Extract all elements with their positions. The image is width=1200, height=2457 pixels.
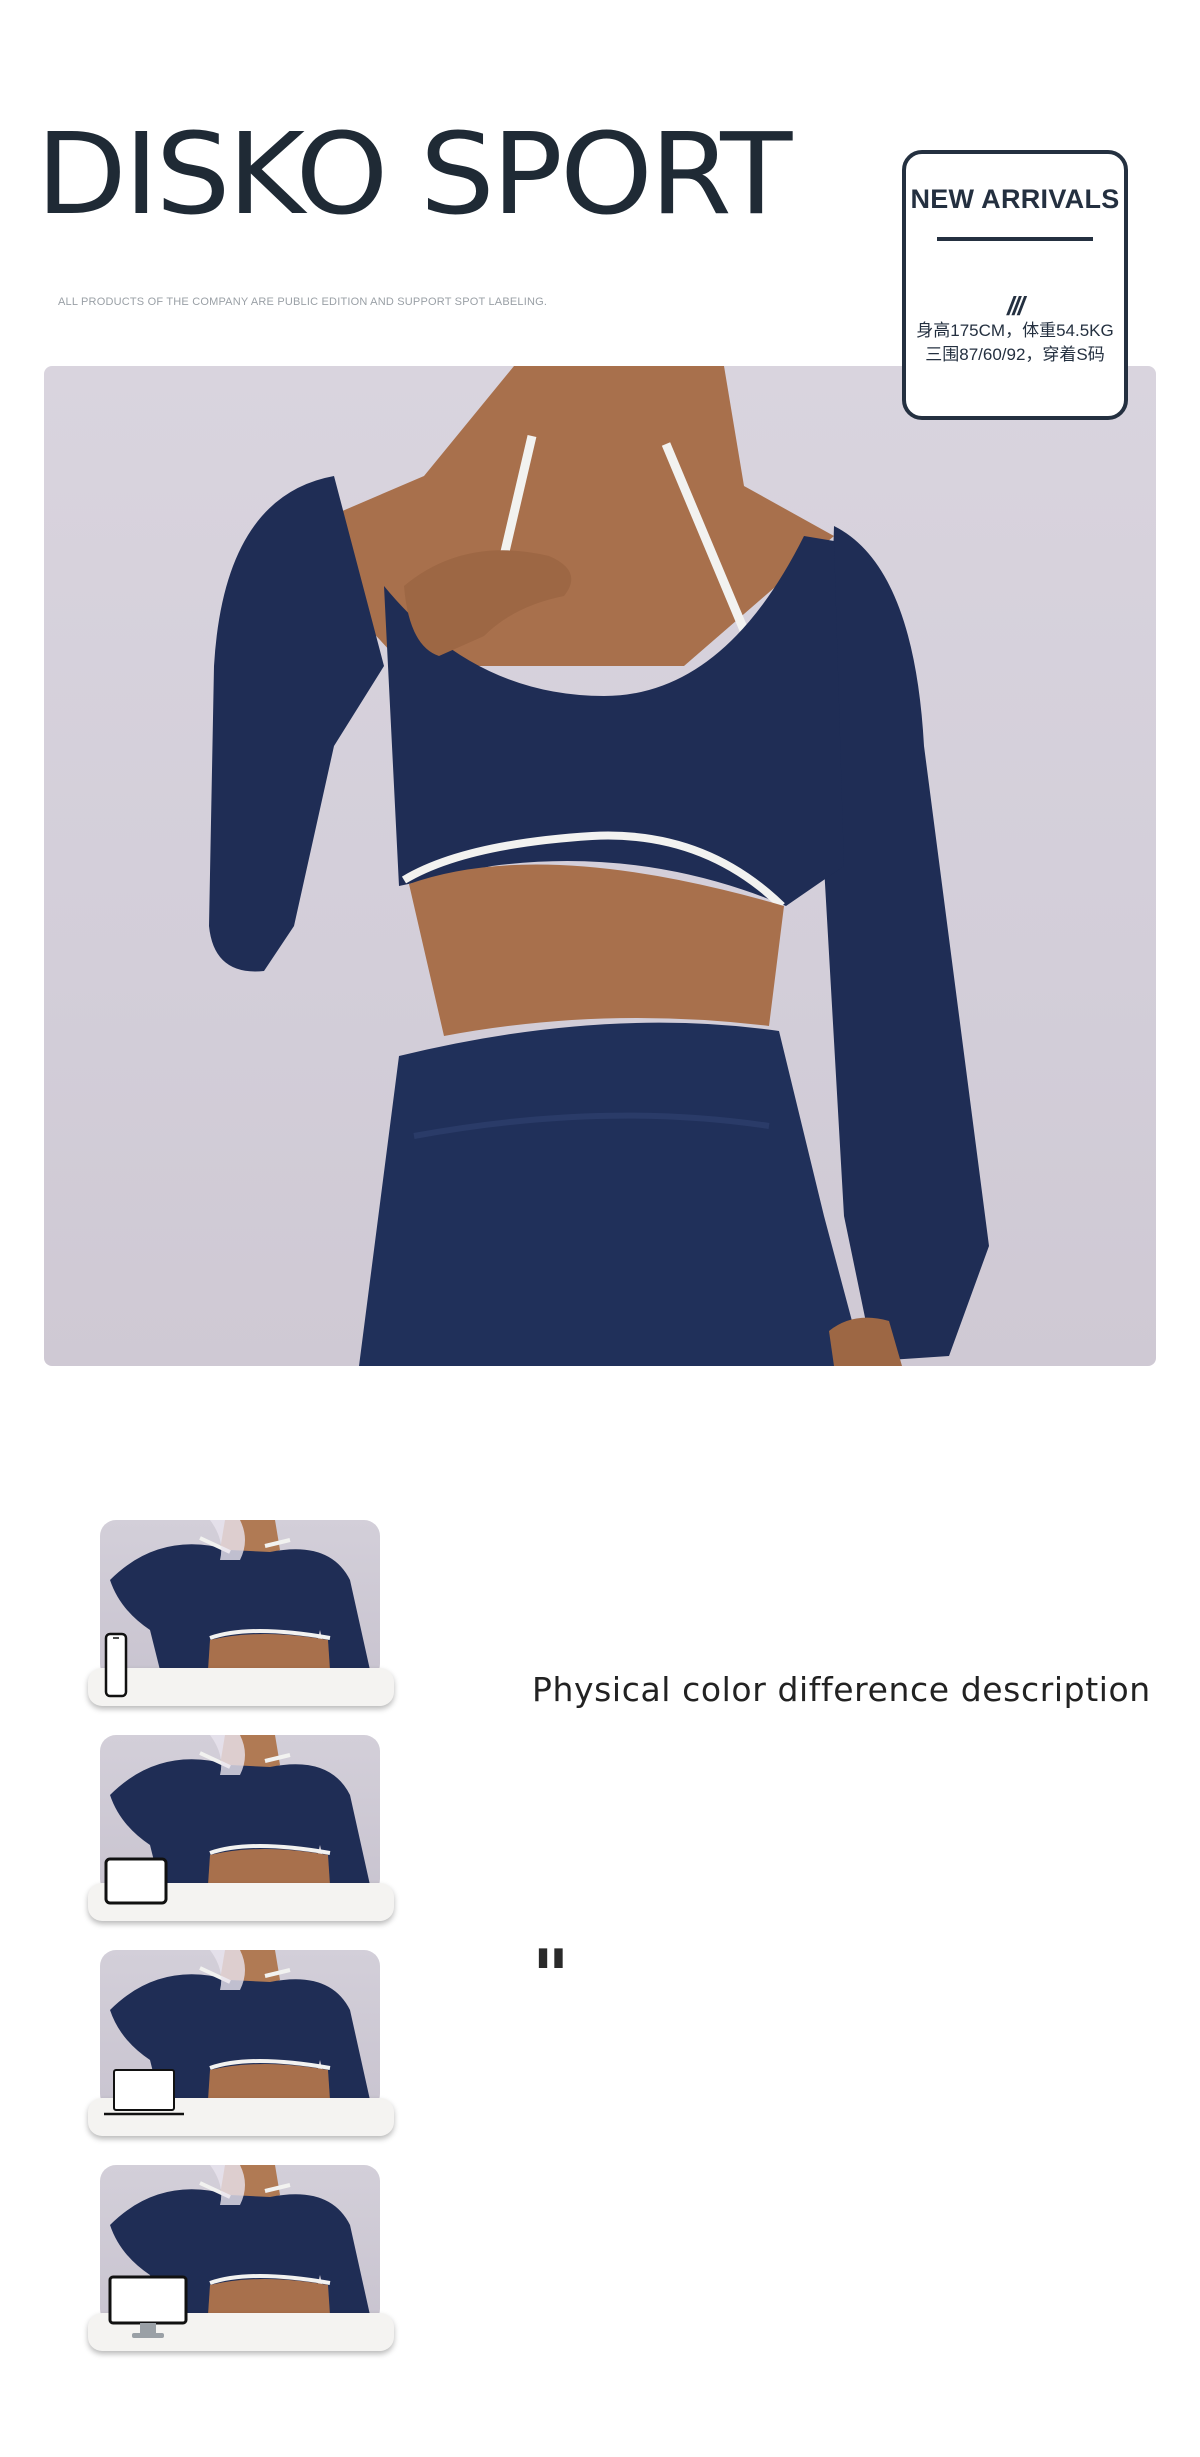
tablet-icon [104,1857,168,1905]
quote-mark-icon: " [532,1934,570,2018]
badge-title: NEW ARRIVALS [910,184,1120,214]
new-arrivals-badge: NEW ARRIVALS /// 身高175CM，体重54.5KG 三围87/6… [902,150,1128,420]
brand-title: DISKO SPORT [36,108,792,240]
device-preview-list [88,1520,394,2380]
thumbnail-photo [100,1520,380,1680]
disclaimer-text: ALL PRODUCTS OF THE COMPANY ARE PUBLIC E… [58,296,548,308]
slash-icon: /// [1007,291,1025,321]
model-wearing-top-illustration [209,366,989,1366]
laptop-icon [104,2069,184,2116]
monitor-icon [108,2275,188,2338]
list-item [88,1950,394,2146]
list-item [88,1735,394,1931]
phone-icon [104,1632,128,1698]
model-height-weight: 身高175CM，体重54.5KG [916,321,1114,340]
badge-divider [937,237,1093,241]
model-measurements-size: 三围87/60/92，穿着S码 [925,345,1105,364]
color-difference-title: Physical color difference description [532,1670,1151,1709]
thumbnail-footer [88,1668,394,1706]
list-item [88,1520,394,1716]
list-item [88,2165,394,2361]
hero-product-photo [44,366,1156,1366]
